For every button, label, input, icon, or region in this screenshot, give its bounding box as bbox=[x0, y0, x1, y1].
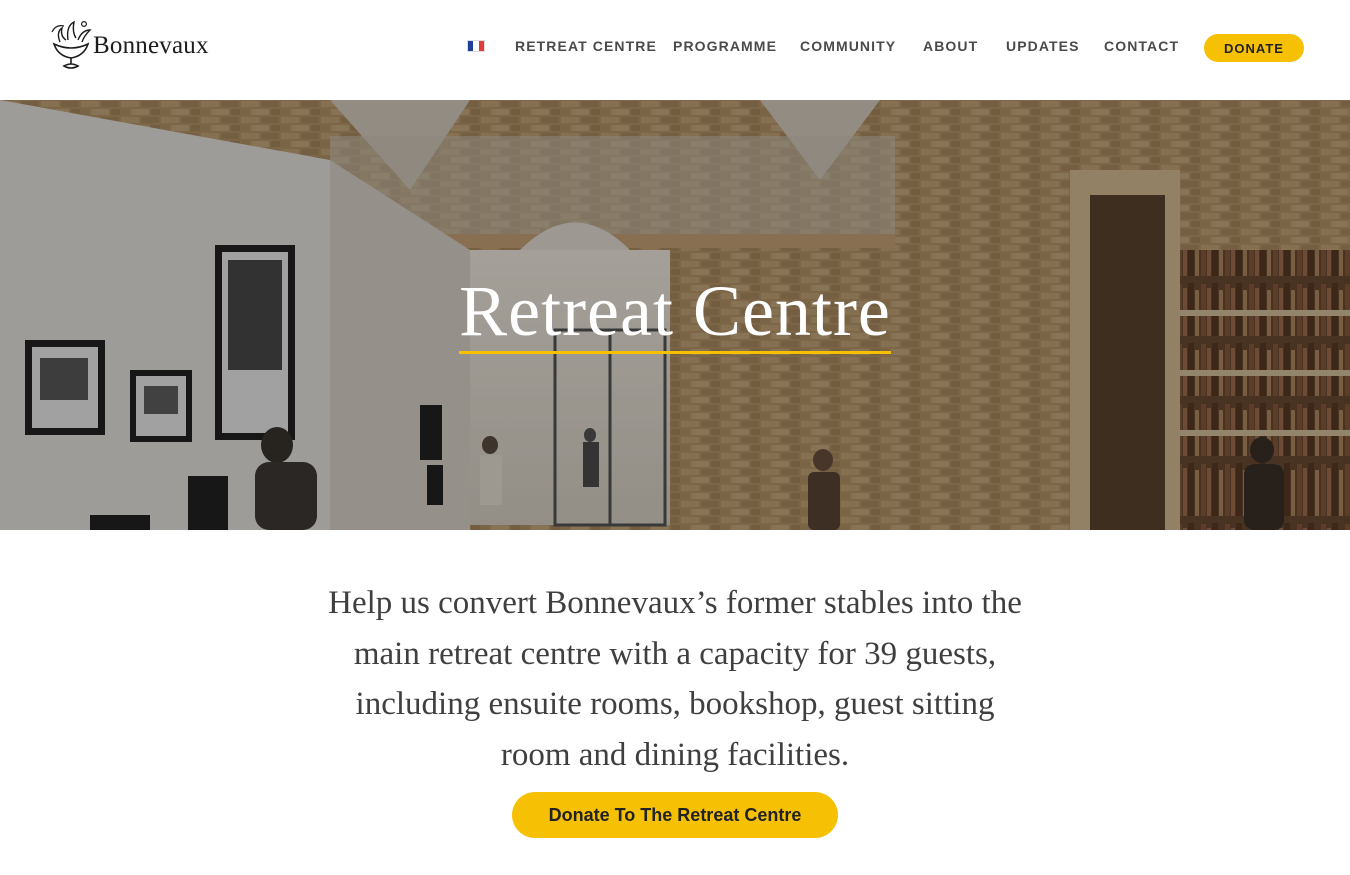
hero-title: Retreat Centre bbox=[0, 270, 1350, 354]
logo-wordmark: Bonnevaux bbox=[93, 32, 209, 59]
nav-community[interactable]: COMMUNITY bbox=[800, 38, 896, 54]
flag-stripe bbox=[478, 41, 484, 51]
donate-retreat-centre-button[interactable]: Donate To The Retreat Centre bbox=[512, 792, 838, 838]
language-switch-fr[interactable] bbox=[467, 40, 485, 52]
donate-button[interactable]: DONATE bbox=[1204, 34, 1304, 62]
hero-title-text: Retreat Centre bbox=[459, 271, 891, 354]
hero-banner: Retreat Centre bbox=[0, 100, 1350, 530]
site-header: Bonnevaux RETREAT CENTRE PROGRAMME COMMU… bbox=[0, 0, 1350, 100]
nav-updates[interactable]: UPDATES bbox=[1006, 38, 1080, 54]
fountain-logo-icon bbox=[51, 20, 92, 69]
intro-paragraph: Help us convert Bonnevaux’s former stabl… bbox=[328, 585, 1022, 773]
nav-programme[interactable]: PROGRAMME bbox=[673, 38, 777, 54]
nav-retreat-centre[interactable]: RETREAT CENTRE bbox=[515, 38, 657, 54]
site-logo[interactable]: Bonnevaux bbox=[46, 18, 226, 72]
nav-about[interactable]: ABOUT bbox=[923, 38, 978, 54]
nav-contact[interactable]: CONTACT bbox=[1104, 38, 1179, 54]
